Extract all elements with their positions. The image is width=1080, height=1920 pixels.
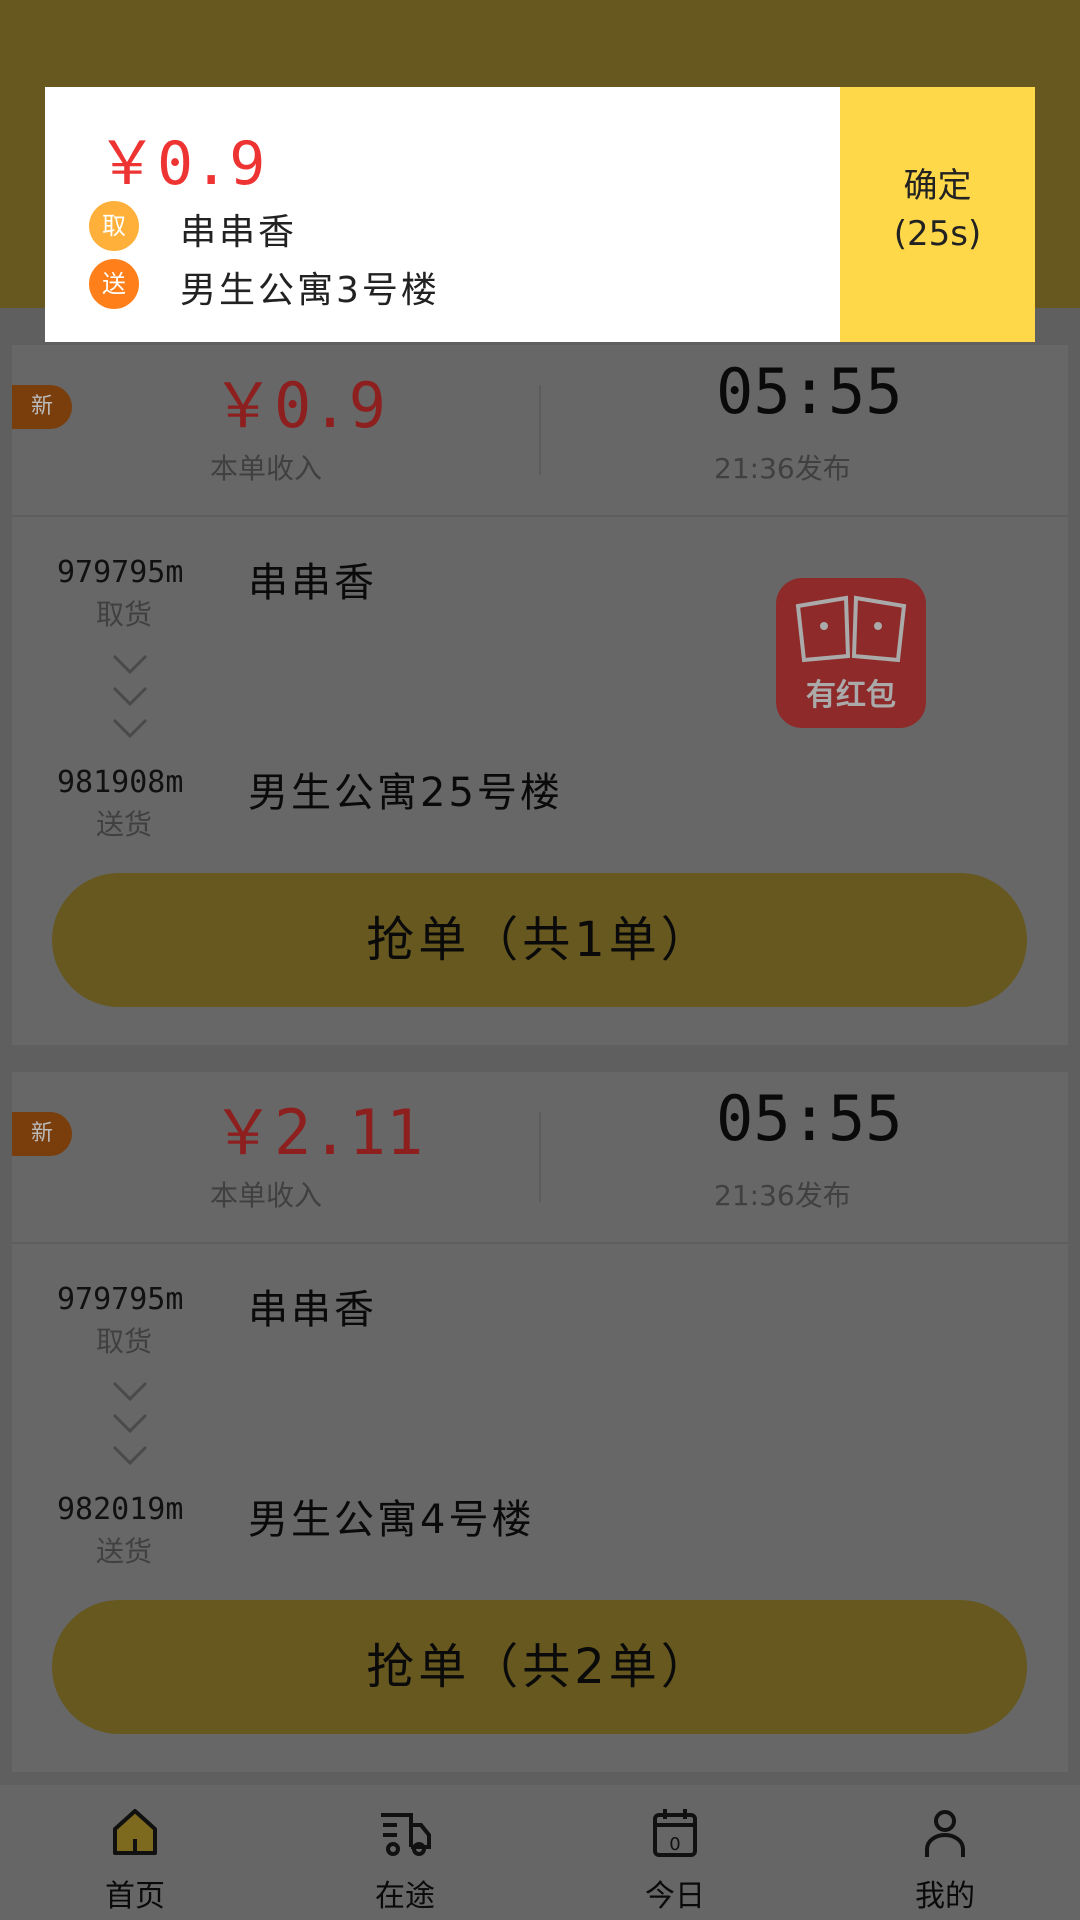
chevron-down-icon <box>112 718 148 739</box>
nav-label: 在途 <box>375 1879 435 1914</box>
chevron-down-icon <box>112 1413 148 1434</box>
countdown: 05:55 <box>716 1082 903 1155</box>
chevron-down-icon <box>112 654 148 675</box>
nav-today[interactable]: 0 今日 <box>540 1785 810 1920</box>
delivery-distance: 981908m <box>57 765 184 800</box>
delivery-label: 送货 <box>96 808 153 841</box>
pickup-tag: 取 <box>89 201 139 251</box>
grab-order-button[interactable]: 抢单（共1单） <box>52 873 1027 1007</box>
divider <box>539 385 541 475</box>
nav-mine[interactable]: 我的 <box>810 1785 1080 1920</box>
nav-label: 首页 <box>105 1879 165 1914</box>
red-packet-icon: 有红包 <box>776 578 926 728</box>
nav-label: 今日 <box>645 1879 705 1914</box>
user-icon <box>925 1810 965 1857</box>
chevron-down-icon <box>112 686 148 707</box>
price-label: 本单收入 <box>210 452 323 485</box>
order-card: 新 ￥0.9 本单收入 05:55 21:36发布 979795m 取货 串串香… <box>12 345 1068 1045</box>
order-price: ￥0.9 <box>212 369 386 442</box>
pickup-distance: 979795m <box>57 1282 184 1317</box>
confirm-label: 确定 <box>903 166 972 206</box>
confirm-button[interactable]: 确定 (25s) <box>840 87 1035 342</box>
delivery-label: 送货 <box>96 1535 153 1568</box>
delivery-name: 男生公寓25号楼 <box>248 770 563 816</box>
order-price: ￥2.11 <box>212 1096 424 1169</box>
truck-icon <box>381 1813 431 1856</box>
chevron-down-icon <box>112 1381 148 1402</box>
svg-text:0: 0 <box>669 1834 680 1855</box>
nav-home[interactable]: 首页 <box>0 1785 270 1920</box>
delivery-tag: 送 <box>89 259 139 309</box>
publish-time: 21:36发布 <box>714 452 851 485</box>
delivery-name: 男生公寓4号楼 <box>248 1497 535 1543</box>
publish-time: 21:36发布 <box>714 1179 851 1212</box>
new-badge: 新 <box>12 385 72 429</box>
popup-price: ￥0.9 <box>97 129 266 199</box>
grab-order-button[interactable]: 抢单（共2单） <box>52 1600 1027 1734</box>
divider <box>539 1112 541 1202</box>
calendar-icon: 0 <box>653 1809 697 1857</box>
popup-delivery-name: 男生公寓3号楼 <box>180 270 440 311</box>
home-icon <box>113 1809 157 1855</box>
price-label: 本单收入 <box>210 1179 323 1212</box>
new-order-popup: ￥0.9 取 串串香 送 男生公寓3号楼 确定 (25s) <box>45 87 1035 342</box>
modal-backdrop[interactable]: { "orders":[ {"badge":"新","price":"￥0.9"… <box>0 0 1080 1920</box>
new-badge: 新 <box>12 1112 72 1156</box>
order-summary: 新 ￥2.11 本单收入 05:55 21:36发布 <box>12 1072 1068 1244</box>
pickup-name: 串串香 <box>248 1287 377 1333</box>
confirm-countdown: (25s) <box>893 214 982 254</box>
nav-label: 我的 <box>915 1879 975 1914</box>
order-card: 新 ￥2.11 本单收入 05:55 21:36发布 979795m 取货 串串… <box>12 1072 1068 1772</box>
delivery-distance: 982019m <box>57 1492 184 1527</box>
pickup-name: 串串香 <box>248 560 377 606</box>
bottom-nav: 首页 在途 0 今日 我的 <box>0 1785 1080 1920</box>
nav-in-transit[interactable]: 在途 <box>270 1785 540 1920</box>
pickup-distance: 979795m <box>57 555 184 590</box>
pickup-label: 取货 <box>96 1325 153 1358</box>
countdown: 05:55 <box>716 355 903 428</box>
order-summary: 新 ￥0.9 本单收入 05:55 21:36发布 <box>12 345 1068 517</box>
pickup-label: 取货 <box>96 598 153 631</box>
popup-pickup-name: 串串香 <box>180 212 298 253</box>
chevron-down-icon <box>112 1445 148 1466</box>
